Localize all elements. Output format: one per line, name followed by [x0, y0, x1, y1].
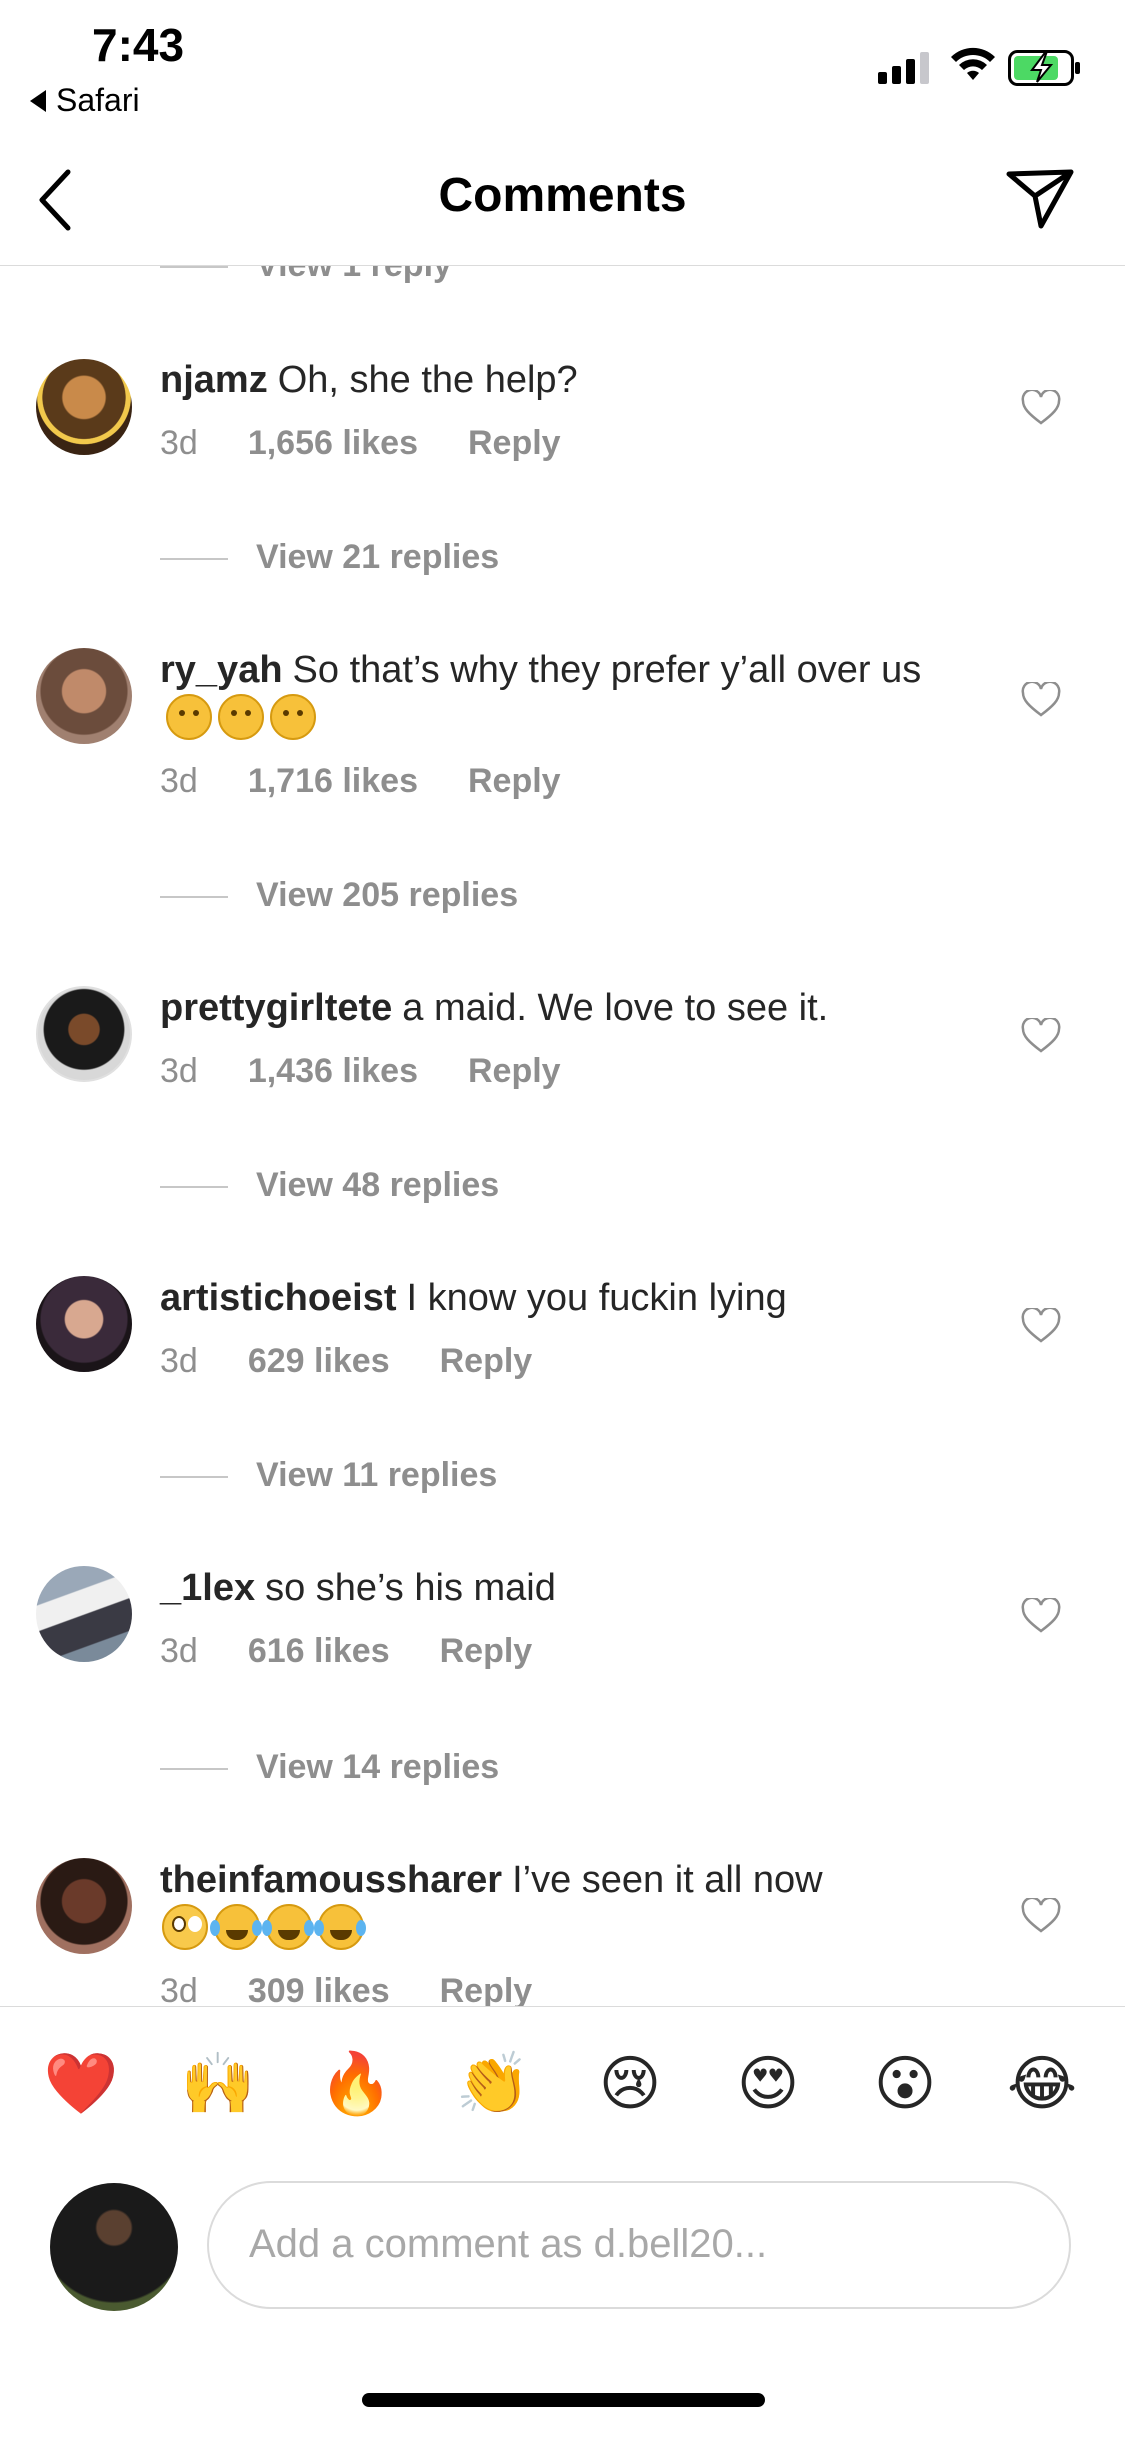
- comment-meta: 3d 1,436 likes Reply: [160, 1052, 611, 1091]
- flushed-face-emoji-icon: [162, 1904, 208, 1950]
- likes-count[interactable]: 616 likes: [248, 1632, 390, 1671]
- comment-body: so she’s his maid: [265, 1567, 556, 1609]
- like-heart-icon[interactable]: [1021, 1018, 1061, 1054]
- heart-reaction-icon[interactable]: ❤️: [44, 2047, 119, 2121]
- reply-button[interactable]: Reply: [440, 1972, 533, 2006]
- comment-meta: 3d 1,716 likes Reply: [160, 762, 611, 801]
- wifi-icon: [951, 47, 995, 80]
- comment-input[interactable]: [247, 2183, 1011, 2305]
- fire-reaction-icon[interactable]: 🔥: [319, 2047, 394, 2121]
- comment-list[interactable]: View 1 reply njamzOh, she the help? 3d 1,…: [0, 266, 1125, 2006]
- back-app-label: Safari: [56, 82, 140, 118]
- reply-button[interactable]: Reply: [440, 1632, 533, 1671]
- likes-count[interactable]: 1,436 likes: [248, 1052, 418, 1091]
- comments-header: Comments: [0, 130, 1125, 266]
- username[interactable]: _1lex: [160, 1567, 255, 1609]
- reply-button[interactable]: Reply: [468, 762, 561, 801]
- comment-text: _1lex so she’s his maid: [160, 1564, 960, 1612]
- raising-hands-reaction-icon[interactable]: 🙌: [181, 2047, 256, 2121]
- avatar[interactable]: [36, 359, 132, 455]
- battery-charging-icon: [1008, 50, 1080, 86]
- view-replies-link[interactable]: View 205 replies: [256, 876, 518, 915]
- username[interactable]: theinfamoussharer: [160, 1859, 502, 1901]
- view-replies-link[interactable]: View 1 reply: [256, 266, 452, 285]
- comment-composer-area: ❤️ 🙌 🔥 👏 😢 😍 😮 😂: [0, 2006, 1125, 2437]
- comment-age: 3d: [160, 1972, 198, 2006]
- thinking-face-emoji-icon: [166, 694, 212, 740]
- like-heart-icon[interactable]: [1021, 390, 1061, 426]
- comment-text: theinfamoussharer I’ve seen it all now: [160, 1856, 960, 1954]
- username[interactable]: artistichoeist: [160, 1277, 397, 1319]
- comment-meta: 3d 629 likes Reply: [160, 1342, 582, 1381]
- heart-eyes-reaction-icon[interactable]: 😍: [731, 2047, 805, 2121]
- current-user-avatar: [50, 2183, 178, 2311]
- comment-text: artistichoeist I know you fuckin lying: [160, 1274, 960, 1322]
- quick-reactions-bar: ❤️ 🙌 🔥 👏 😢 😍 😮 😂: [0, 2047, 1125, 2127]
- status-bar: 7:43 Safari: [0, 0, 1125, 130]
- comment-input-container[interactable]: [207, 2181, 1071, 2309]
- clapping-hands-reaction-icon[interactable]: 👏: [456, 2047, 531, 2121]
- crying-face-reaction-icon[interactable]: 😢: [593, 2047, 667, 2121]
- replies-divider: [160, 1768, 228, 1770]
- avatar[interactable]: [36, 1858, 132, 1954]
- likes-count[interactable]: 1,716 likes: [248, 762, 418, 801]
- avatar[interactable]: [36, 1566, 132, 1662]
- cellular-signal-icon: [878, 50, 929, 84]
- home-indicator[interactable]: [362, 2393, 765, 2407]
- avatar[interactable]: [36, 986, 132, 1082]
- view-replies-link[interactable]: View 14 replies: [256, 1748, 499, 1787]
- comment-body: a maid. We love to see it.: [402, 987, 829, 1029]
- comment-text: njamz Oh, she the help?: [160, 356, 960, 404]
- like-heart-icon[interactable]: [1021, 682, 1061, 718]
- comment-age: 3d: [160, 424, 198, 462]
- tears-of-joy-emoji-icon: [314, 1904, 364, 1950]
- reply-button[interactable]: Reply: [440, 1342, 533, 1381]
- like-heart-icon[interactable]: [1021, 1598, 1061, 1634]
- comment-meta: 3d 309 likes Reply: [160, 1972, 582, 2006]
- clock: 7:43: [92, 19, 185, 71]
- avatar[interactable]: [36, 1276, 132, 1372]
- comment-meta: 3d 616 likes Reply: [160, 1632, 582, 1671]
- send-icon[interactable]: [1005, 166, 1075, 230]
- view-replies-link[interactable]: View 11 replies: [256, 1456, 497, 1495]
- back-to-safari[interactable]: Safari: [30, 82, 140, 119]
- view-replies-link[interactable]: View 48 replies: [256, 1166, 499, 1205]
- surprised-face-reaction-icon[interactable]: 😮: [868, 2047, 942, 2121]
- username[interactable]: njamz: [160, 359, 268, 401]
- comment-body: I know you fuckin lying: [406, 1277, 787, 1319]
- comment-body: So that’s why they prefer y’all over us: [292, 649, 922, 691]
- reply-button[interactable]: Reply: [468, 1052, 561, 1091]
- likes-count[interactable]: 1,656 likes: [248, 424, 418, 463]
- comment-body: Oh, she the help?: [277, 359, 578, 401]
- like-heart-icon[interactable]: [1021, 1898, 1061, 1934]
- reply-button[interactable]: Reply: [468, 424, 561, 463]
- thinking-face-emoji-icon: [270, 694, 316, 740]
- thinking-face-emoji-icon: [218, 694, 264, 740]
- back-triangle-icon: [30, 89, 46, 112]
- comment-age: 3d: [160, 762, 198, 800]
- comment-age: 3d: [160, 1632, 198, 1670]
- tears-of-joy-emoji-icon: [262, 1904, 312, 1950]
- comment-meta: 3d 1,656 likes Reply: [160, 424, 611, 463]
- likes-count[interactable]: 309 likes: [248, 1972, 390, 2006]
- comment-text: ry_yah So that’s why they prefer y’all ov…: [160, 646, 960, 744]
- page-title: Comments: [438, 169, 687, 222]
- tears-of-joy-emoji-icon: [210, 1904, 260, 1950]
- likes-count[interactable]: 629 likes: [248, 1342, 390, 1381]
- comment-text: prettygirltete a maid. We love to see it.: [160, 984, 960, 1032]
- replies-divider: [160, 266, 228, 268]
- view-replies-link[interactable]: View 21 replies: [256, 538, 499, 577]
- comment-age: 3d: [160, 1342, 198, 1380]
- replies-divider: [160, 1186, 228, 1188]
- comment-body: I’ve seen it all now: [512, 1859, 823, 1901]
- replies-divider: [160, 896, 228, 898]
- replies-divider: [160, 1476, 228, 1478]
- username[interactable]: ry_yah: [160, 649, 283, 691]
- tears-of-joy-reaction-icon[interactable]: 😂: [1005, 2047, 1079, 2121]
- like-heart-icon[interactable]: [1021, 1308, 1061, 1344]
- replies-divider: [160, 558, 228, 560]
- username[interactable]: prettygirltete: [160, 987, 392, 1029]
- avatar[interactable]: [36, 648, 132, 744]
- comment-age: 3d: [160, 1052, 198, 1090]
